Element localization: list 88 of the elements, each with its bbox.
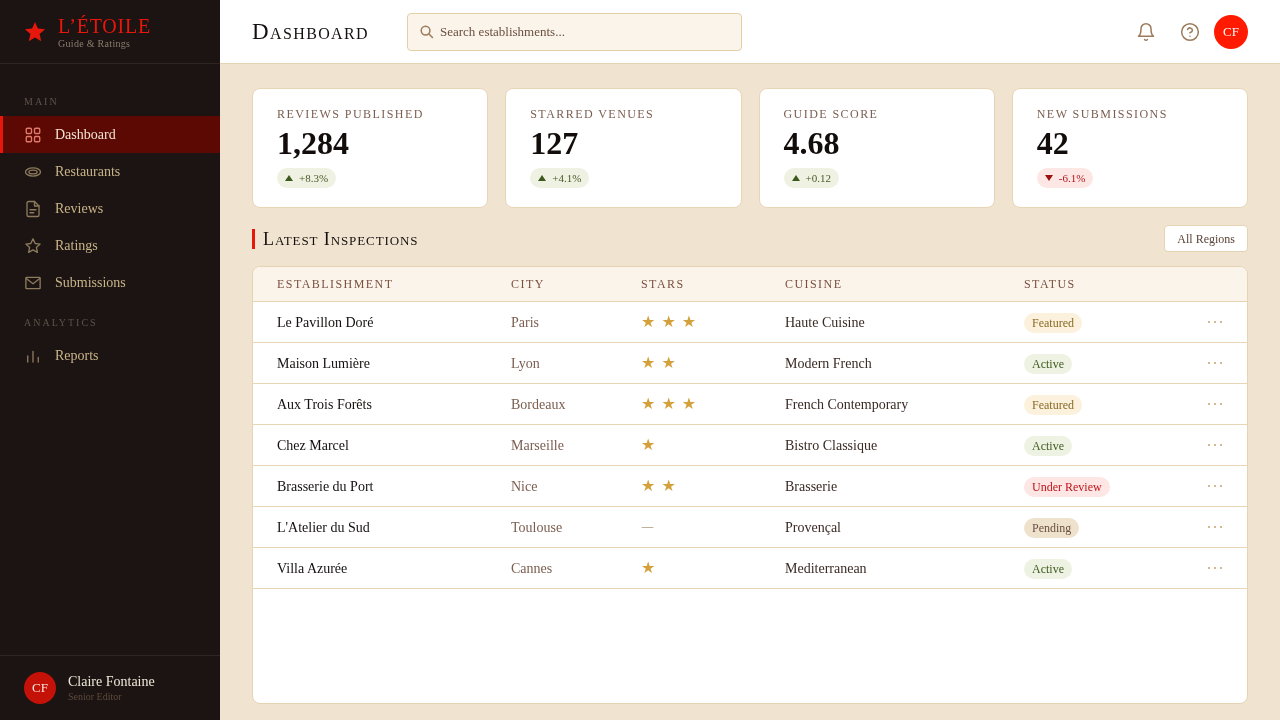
- table-cell-text: Lyon: [511, 354, 540, 373]
- change-badge: +4.1%: [530, 168, 590, 188]
- stat-label: GUIDE SCORE: [783, 106, 879, 122]
- star-rating: ★: [641, 434, 656, 456]
- document-icon: [24, 199, 42, 218]
- more-icon[interactable]: [1207, 361, 1223, 365]
- status-badge: Featured: [1024, 313, 1082, 333]
- change-badge: +0.12: [783, 168, 839, 188]
- nav-item[interactable]: Ratings: [0, 227, 220, 264]
- triangle-down-icon: [1044, 175, 1053, 181]
- star-rating: —: [641, 518, 654, 537]
- star-rating: ★ ★ ★: [641, 393, 697, 415]
- more-icon[interactable]: [1207, 320, 1223, 324]
- bell-icon[interactable]: [1136, 21, 1156, 42]
- table-cell-text: Chez Marcel: [277, 436, 349, 455]
- triangle-up-icon: [285, 175, 293, 181]
- table-cell-text: Aux Trois Forêts: [277, 395, 372, 414]
- page-title: Dashboard: [252, 17, 371, 46]
- column-header: CUISINE: [785, 276, 843, 293]
- table-cell-text: Brasserie: [785, 477, 838, 496]
- change-badge: +8.3%: [277, 168, 337, 188]
- search-icon: [419, 23, 434, 39]
- triangle-up-icon: [791, 175, 800, 181]
- user-role: Senior Editor: [68, 691, 123, 703]
- more-icon[interactable]: [1207, 402, 1223, 406]
- table-cell-text: French Contemporary: [785, 395, 909, 414]
- status-badge: Active: [1024, 436, 1072, 456]
- column-header: STATUS: [1024, 276, 1076, 293]
- status-badge: Pending: [1024, 518, 1080, 538]
- table-cell-text: Le Pavillon Doré: [277, 313, 374, 332]
- section-title: Latest Inspections: [252, 228, 419, 249]
- table-cell-text: Maison Lumière: [277, 354, 370, 373]
- stat-value: 4.68: [783, 125, 840, 161]
- table-cell-text: Villa Azurée: [277, 559, 348, 578]
- column-header: STARS: [641, 276, 685, 293]
- table-cell-text: Bistro Classique: [785, 436, 878, 455]
- star-logo-icon: [24, 20, 46, 43]
- table-cell-text: Cannes: [511, 559, 553, 578]
- table-cell-text: Toulouse: [511, 518, 563, 537]
- brand-name: L’ÉTOILE: [58, 13, 152, 38]
- table-cell-text: Bordeaux: [511, 395, 566, 414]
- more-icon[interactable]: [1207, 525, 1223, 529]
- column-header: ESTABLISHMENT: [277, 276, 394, 293]
- status-badge: Active: [1024, 354, 1072, 374]
- star-rating: ★ ★: [641, 352, 677, 374]
- column-header: CITY: [511, 276, 545, 293]
- help-icon[interactable]: [1180, 21, 1200, 42]
- change-badge: -6.1%: [1036, 168, 1094, 188]
- star-rating: ★: [641, 557, 656, 579]
- nav-item[interactable]: Restaurants: [0, 153, 220, 190]
- star-outline-icon: [24, 236, 42, 255]
- status-badge: Featured: [1024, 395, 1082, 415]
- user-avatar[interactable]: CF: [1214, 14, 1248, 49]
- nav-section-label: ANALYTICS: [23, 317, 99, 329]
- nav-item[interactable]: Reports: [0, 337, 220, 374]
- status-badge: Under Review: [1024, 477, 1110, 497]
- table-cell-text: Paris: [511, 313, 539, 332]
- stat-value: 127: [530, 125, 579, 161]
- triangle-up-icon: [538, 175, 547, 181]
- nav-section-label: MAIN: [23, 96, 60, 108]
- region-filter-button[interactable]: All Regions: [1164, 225, 1248, 252]
- nav-item[interactable]: Submissions: [0, 264, 220, 301]
- user-name: Claire Fontaine: [68, 673, 155, 691]
- user-avatar: CF: [24, 672, 56, 704]
- table-cell-text: Modern French: [785, 354, 872, 373]
- table-cell-text: L'Atelier du Sud: [277, 518, 370, 537]
- table-cell-text: Marseille: [511, 436, 564, 455]
- stat-label: STARRED VENUES: [530, 106, 655, 122]
- table-cell-text: Mediterranean: [785, 559, 867, 578]
- status-badge: Active: [1024, 559, 1072, 579]
- nav-item[interactable]: Reviews: [0, 190, 220, 227]
- stat-label: NEW SUBMISSIONS: [1036, 106, 1168, 122]
- table-cell-text: Brasserie du Port: [277, 477, 374, 496]
- grid-icon: [24, 125, 42, 144]
- brand-tagline: Guide & Ratings: [58, 37, 132, 50]
- stat-value: 42: [1036, 125, 1069, 161]
- stat-value: 1,284: [277, 125, 349, 161]
- star-rating: ★ ★: [641, 475, 677, 497]
- more-icon[interactable]: [1207, 443, 1223, 447]
- table-cell-text: Haute Cuisine: [785, 313, 865, 332]
- nav-item[interactable]: Dashboard: [0, 116, 220, 153]
- more-icon[interactable]: [1207, 484, 1223, 488]
- stat-label: REVIEWS PUBLISHED: [277, 106, 424, 122]
- table-cell-text: Provençal: [785, 518, 841, 537]
- star-rating: ★ ★ ★: [641, 311, 697, 333]
- search-field[interactable]: Search establishments...: [407, 12, 742, 51]
- more-icon[interactable]: [1207, 566, 1223, 570]
- table-cell-text: Nice: [511, 477, 538, 496]
